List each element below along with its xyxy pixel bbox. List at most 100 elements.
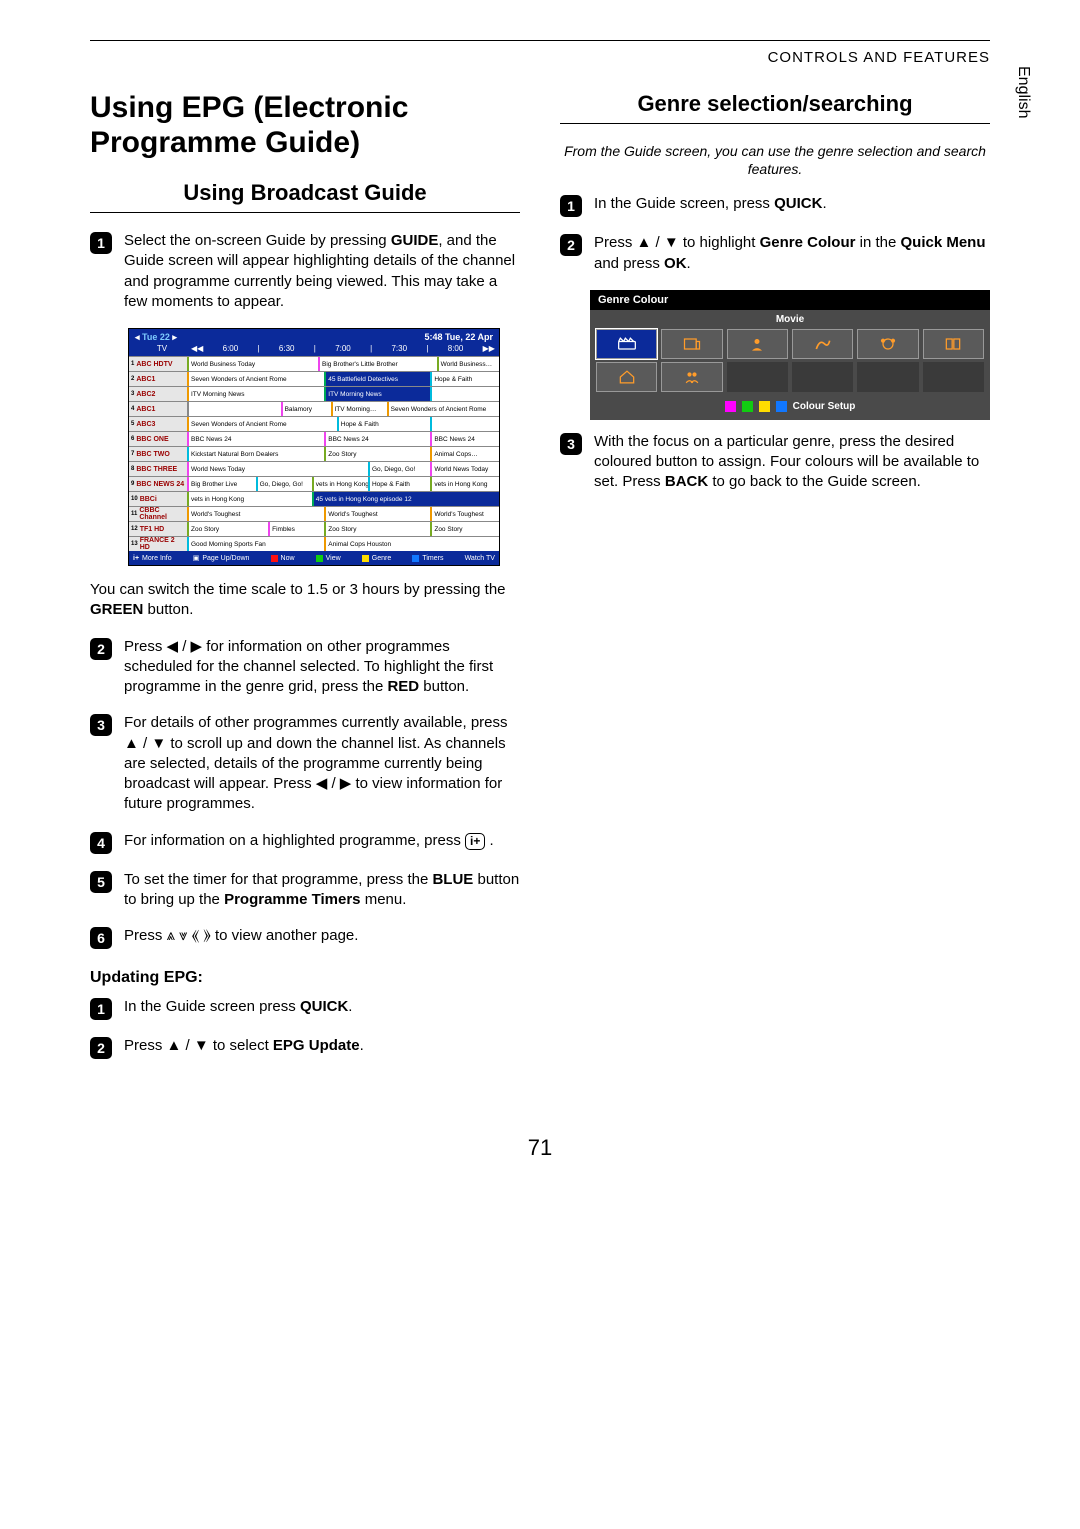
step-4: 4 For information on a highlighted progr… [90,831,520,854]
epg-programme: vets in Hong Kong [187,492,312,506]
genre-icon-sports[interactable] [792,329,853,359]
step-badge: 2 [90,1037,112,1059]
epg-programme: BBC News 24 [324,432,430,446]
epg-screenshot: ◂ Tue 22 ▸ 5:48 Tue, 22 Apr TV ◀◀ 6:00| … [128,328,500,566]
genre-icon-news[interactable] [661,329,722,359]
epg-times: ◀◀ 6:00| 6:30| 7:00| 7:30| 8:00 ▶▶ [191,344,495,353]
genre-step-1: 1 In the Guide screen, press QUICK. [560,194,990,217]
info-button-icon: i+ [465,833,485,850]
step-badge: 1 [90,998,112,1020]
epg-programme: Kickstart Natural Born Dealers [187,447,324,461]
step-badge: 5 [90,871,112,893]
epg-programme: Hope & Faith [337,417,431,431]
step-badge: 2 [560,234,582,256]
step-5: 5 To set the timer for that programme, p… [90,870,520,911]
step-badge: 3 [560,433,582,455]
language-tab: English [1011,60,1035,124]
epg-programme [187,402,281,416]
subhead-updating-epg: Updating EPG: [90,969,520,987]
genre-selected-label: Movie [590,310,990,327]
genre-icon-education[interactable] [923,329,984,359]
epg-programme: Big Brother's Little Brother [318,357,437,371]
epg-programme: World's Toughest [430,507,499,521]
epg-programme: Seven Wonders of Ancient Rome [187,417,337,431]
epg-row: 7 BBC TWOKickstart Natural Born DealersZ… [129,446,499,461]
section-genre: Genre selection/searching [560,91,990,124]
epg-programme: 45 vets in Hong Kong episode 12 [312,492,499,506]
epg-programme: vets in Hong Kong [430,477,499,491]
update-step-2: 2 Press ▲ / ▼ to select EPG Update. [90,1036,520,1059]
step-badge: 6 [90,927,112,949]
epg-programme: 45 Battlefield Detectives [324,372,430,386]
epg-programme: Zoo Story [187,522,268,536]
genre-colour-panel: Genre Colour Movie [590,290,990,420]
epg-programme: Hope & Faith [368,477,430,491]
epg-programme: ITV Morning… [331,402,387,416]
epg-programme: Zoo Story [430,522,499,536]
epg-programme: World News Today [187,462,368,476]
step-2: 2 Press ◀ / ▶ for information on other p… [90,637,520,698]
step-badge: 4 [90,832,112,854]
epg-programme: Hope & Faith [430,372,499,386]
epg-programme: Zoo Story [324,447,430,461]
left-column: Using EPG (Electronic Programme Guide) U… [90,91,520,1075]
step-badge: 2 [90,638,112,660]
epg-programme: Fimbles [268,522,324,536]
epg-programme: Balamory [281,402,331,416]
epg-programme: Animal Cops… [430,447,499,461]
epg-programme: ITV Morning News [187,387,324,401]
epg-row: 8 BBC THREEWorld News TodayGo, Diego, Go… [129,461,499,476]
epg-programme: World Business Today [187,357,318,371]
epg-programme: Go, Diego, Go! [256,477,312,491]
epg-programme: BBC News 24 [430,432,499,446]
genre-step-2: 2 Press ▲ / ▼ to highlight Genre Colour … [560,233,990,274]
epg-programme [430,417,499,431]
epg-programme: Big Brother Live [187,477,256,491]
genre-icon-social[interactable] [661,362,722,392]
epg-row: 5 ABC3Seven Wonders of Ancient RomeHope … [129,416,499,431]
after-image-note: You can switch the time scale to 1.5 or … [90,580,520,621]
epg-row: 11 CBBC ChannelWorld's ToughestWorld's T… [129,506,499,521]
epg-row: 9 BBC NEWS 24Big Brother LiveGo, Diego, … [129,476,499,491]
genre-icon-children[interactable] [857,329,918,359]
epg-programme: World Business… [437,357,499,371]
epg-row: 4 ABC1BalamoryITV Morning…Seven Wonders … [129,401,499,416]
step-6: 6 Press ⩓ ⩔ ⟪ ⟫ to view another page. [90,926,520,949]
genre-icon-empty [857,362,918,392]
genre-icon-empty [727,362,788,392]
epg-programme: World News Today [430,462,499,476]
colour-setup-row: Colour Setup [590,401,990,420]
genre-icon-empty [923,362,984,392]
epg-row: 12 TF1 HDZoo StoryFimblesZoo StoryZoo St… [129,521,499,536]
epg-programme: Animal Cops Houston [324,537,499,551]
page-title: Using EPG (Electronic Programme Guide) [90,91,520,160]
section-broadcast-guide: Using Broadcast Guide [90,180,520,213]
step-3: 3 For details of other programmes curren… [90,713,520,814]
genre-icon-movie[interactable] [596,329,657,359]
epg-row: 13 FRANCE 2 HDGood Morning Sports FanAni… [129,536,499,551]
epg-programme: Seven Wonders of Ancient Rome [387,402,499,416]
epg-row: 6 BBC ONEBBC News 24BBC News 24BBC News … [129,431,499,446]
header-section: CONTROLS AND FEATURES [90,49,990,66]
update-step-1: 1 In the Guide screen press QUICK. [90,997,520,1020]
page-number: 71 [90,1135,990,1161]
step-badge: 1 [560,195,582,217]
epg-programme: Go, Diego, Go! [368,462,430,476]
epg-programme: ITV Morning News [324,387,430,401]
genre-icon-home[interactable] [596,362,657,392]
epg-programme: Zoo Story [324,522,430,536]
epg-programme: World's Toughest [324,507,430,521]
epg-programme: Seven Wonders of Ancient Rome [187,372,324,386]
right-column: Genre selection/searching From the Guide… [560,91,990,1075]
epg-row: 2 ABC1Seven Wonders of Ancient Rome45 Ba… [129,371,499,386]
step-1: 1 Select the on-screen Guide by pressing… [90,231,520,312]
epg-programme: BBC News 24 [187,432,324,446]
genre-icon-empty [792,362,853,392]
genre-intro: From the Guide screen, you can use the g… [560,142,990,178]
epg-row: 10 BBCivets in Hong Kong45 vets in Hong … [129,491,499,506]
genre-step-3: 3 With the focus on a particular genre, … [560,432,990,493]
genre-panel-title: Genre Colour [590,290,990,310]
epg-programme: Good Morning Sports Fan [187,537,324,551]
epg-programme [430,387,499,401]
genre-icon-drama[interactable] [727,329,788,359]
